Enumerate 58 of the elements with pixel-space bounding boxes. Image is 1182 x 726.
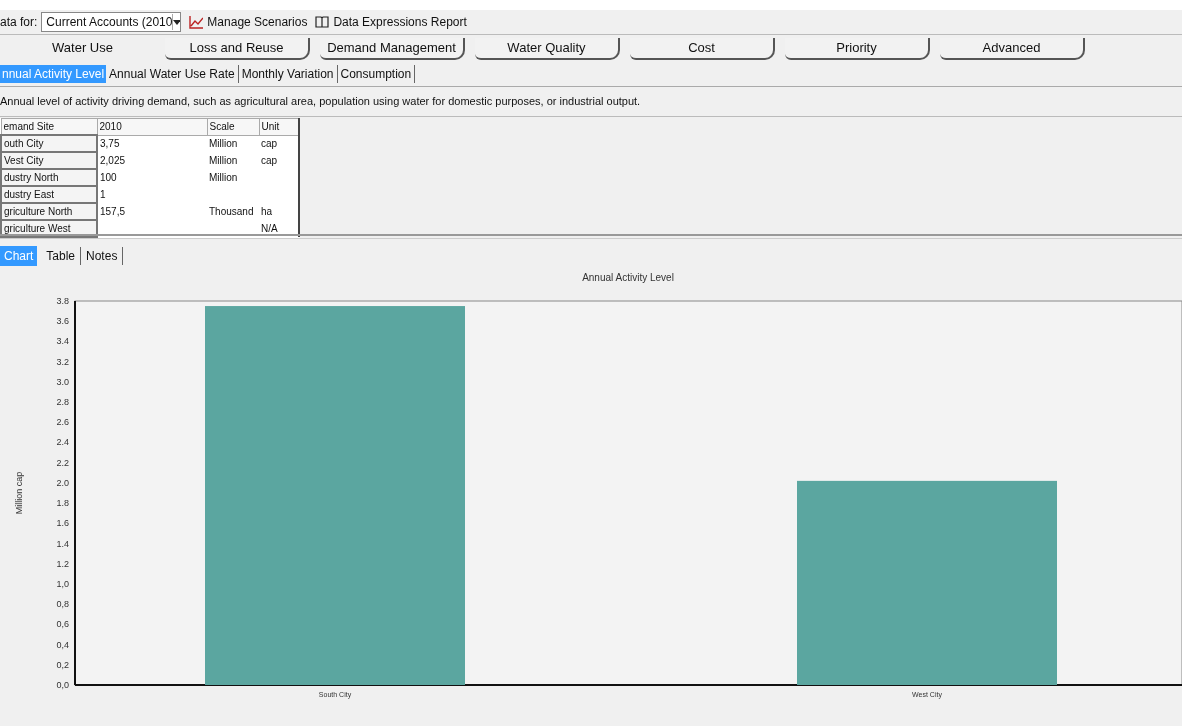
main-tab[interactable]: Demand Management <box>320 38 465 60</box>
table-cell: 100 <box>97 169 207 186</box>
y-axis-label: Million cap <box>14 471 24 515</box>
main-tab[interactable]: Loss and Reuse <box>165 38 310 60</box>
view-tab[interactable]: Notes <box>81 247 124 265</box>
y-tick-label: 3.4 <box>56 336 69 347</box>
y-tick-label: 3.2 <box>56 356 69 367</box>
y-tick-label: 1.2 <box>56 558 69 569</box>
table-cell: 157,5 <box>97 203 207 220</box>
table-cell: Million <box>207 169 259 186</box>
manage-scenarios-button[interactable]: Manage Scenarios <box>207 13 308 31</box>
y-tick-label: 1,0 <box>56 578 69 589</box>
table-cell: Thousand <box>207 203 259 220</box>
y-tick-label: 0,8 <box>56 599 69 610</box>
y-tick-label: 3.8 <box>56 296 69 306</box>
row-header: outh City <box>1 135 97 152</box>
sub-tab[interactable]: Consumption <box>337 65 416 83</box>
table-cell: ha <box>259 203 299 220</box>
dropdown-caret-icon <box>172 14 181 30</box>
y-tick-label: 2.4 <box>56 437 69 448</box>
chart-line-icon <box>189 15 204 29</box>
table-cell: 1 <box>97 186 207 203</box>
table-cell: cap <box>259 135 299 152</box>
sub-tab[interactable]: Annual Water Use Rate <box>106 65 239 83</box>
table-cell: N/A <box>259 220 299 237</box>
main-tab[interactable]: Advanced <box>940 38 1085 60</box>
main-tab[interactable]: Cost <box>630 38 775 60</box>
y-tick-label: 1.8 <box>56 498 69 509</box>
chart-title: Annual Activity Level <box>582 272 674 283</box>
data-for-label: ata for: <box>0 14 38 31</box>
main-tab[interactable]: Priority <box>785 38 930 60</box>
y-tick-label: 1.4 <box>56 538 69 549</box>
table-cell: 3,75 <box>97 135 207 152</box>
y-tick-label: 0,2 <box>56 659 69 670</box>
column-header: Scale <box>207 118 259 135</box>
scenario-dropdown[interactable]: Current Accounts (2010 <box>41 12 182 32</box>
y-tick-label: 3.0 <box>56 376 69 387</box>
y-tick-label: 1.6 <box>56 518 69 529</box>
table-cell: Million <box>207 152 259 169</box>
y-tick-label: 2.2 <box>56 457 69 468</box>
y-tick-label: 0,6 <box>56 619 69 630</box>
column-header: 2010 <box>97 118 207 135</box>
view-tab[interactable]: Table <box>41 247 82 265</box>
main-tab[interactable]: Water Quality <box>475 38 620 60</box>
table-cell: cap <box>259 152 299 169</box>
y-tick-label: 0,4 <box>56 639 69 650</box>
book-icon <box>315 16 330 28</box>
y-tick-label: 2.8 <box>56 397 69 408</box>
column-header: Unit <box>259 118 299 135</box>
table-cell: Million <box>207 135 259 152</box>
y-tick-label: 0,0 <box>56 680 69 690</box>
description-text: Annual level of activity driving demand, such as agricultural area, population using water for domestic purposes, or industrial output. <box>0 94 641 110</box>
y-tick-label: 2.6 <box>56 417 69 428</box>
y-tick-label: 2.0 <box>56 477 69 488</box>
sub-tab[interactable]: Monthly Variation <box>238 65 338 83</box>
table-cell: 2,025 <box>97 152 207 169</box>
report-button[interactable]: Data Expressions Report <box>333 13 467 31</box>
y-tick-label: 3.6 <box>56 316 69 327</box>
